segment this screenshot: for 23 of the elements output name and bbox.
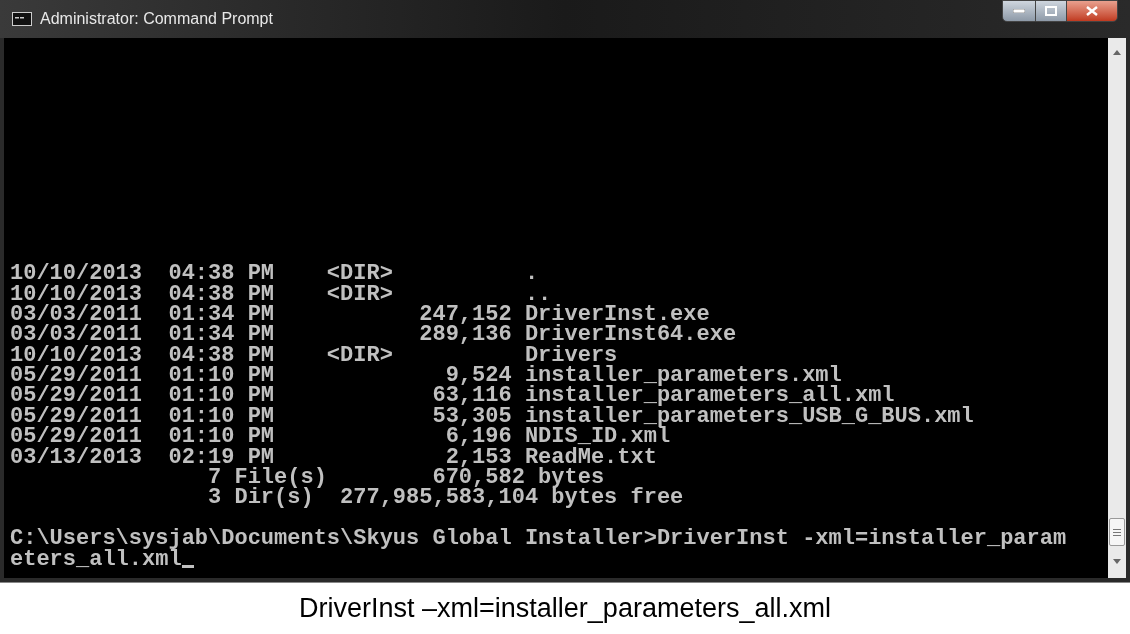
console-line: 05/29/2011 01:10 PM 63,116 installer_parameters_all.xml — [10, 386, 895, 407]
maximize-button[interactable] — [1036, 0, 1066, 22]
console-line: 7 File(s) 670,582 bytes — [207, 468, 605, 489]
caption: DriverInst –xml=installer_parameters_all.xml — [299, 592, 831, 626]
minimize-icon — [1013, 9, 1025, 13]
console-line: 10/10/2013 04:38 PM <DIR> . — [10, 264, 539, 285]
maximize-icon — [1045, 6, 1057, 16]
console-line: 05/29/2011 01:10 PM 6,196 NDIS_ID.xml — [10, 427, 671, 448]
minimize-button[interactable] — [1002, 0, 1036, 22]
close-icon — [1086, 6, 1098, 16]
scroll-down-icon[interactable] — [1112, 558, 1122, 566]
scroll-up-icon[interactable] — [1112, 48, 1122, 56]
console-line: 3 Dir(s) 277,985,583,104 bytes free — [207, 488, 684, 509]
console-icon — [12, 12, 32, 26]
text-cursor — [181, 565, 194, 568]
scrollbar-thumb[interactable] — [1109, 518, 1125, 546]
window-title: Administrator: Command Prompt — [40, 9, 273, 29]
console-line: C:\Users\sysjab\Documents\Skyus Global Installer>DriverInst -xml=installer_param — [10, 529, 1067, 550]
console-line: eters_all.xml — [10, 549, 182, 570]
console-line: 10/10/2013 04:38 PM <DIR> .. — [10, 284, 552, 305]
console-line: 03/03/2011 01:34 PM 289,136 DriverInst64.exe — [10, 325, 737, 346]
close-button[interactable] — [1066, 0, 1118, 22]
scrollbar[interactable] — [1108, 38, 1126, 578]
